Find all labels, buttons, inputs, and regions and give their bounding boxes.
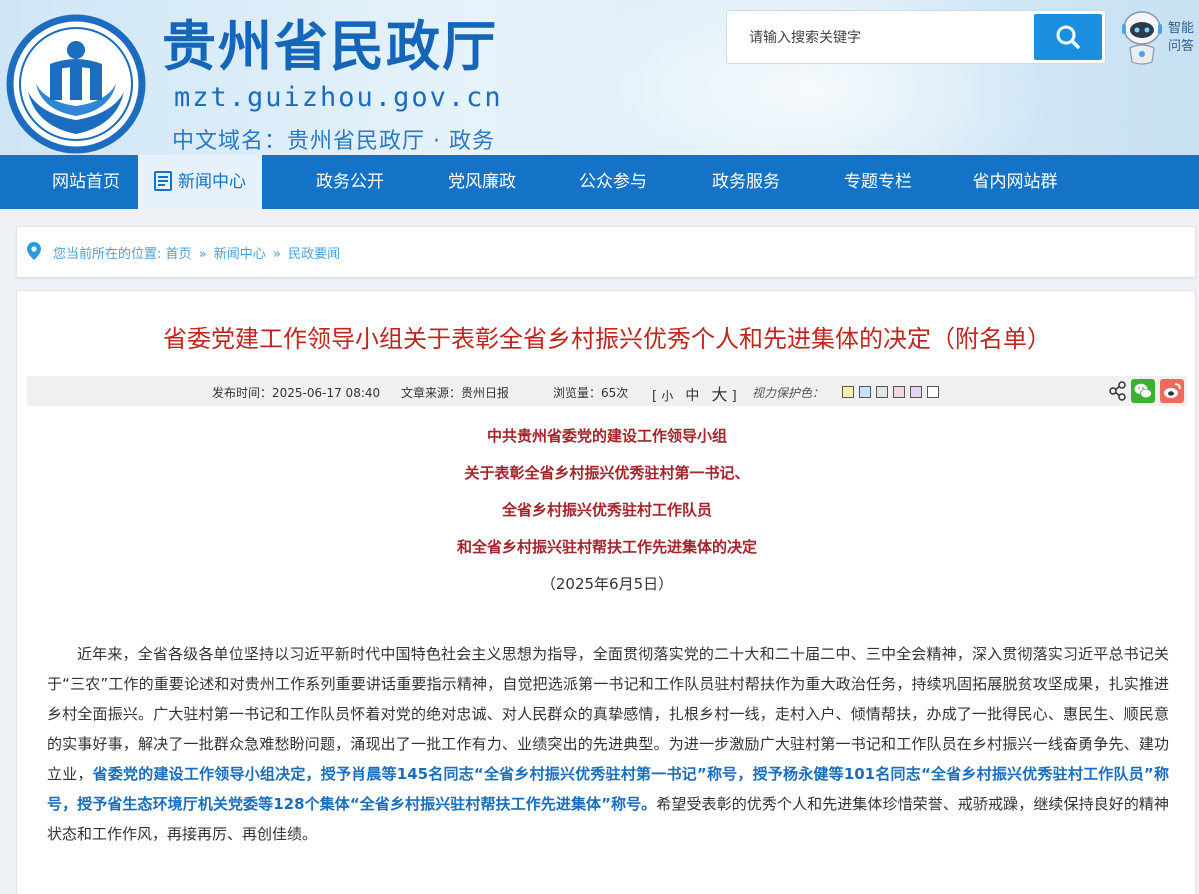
robot-assistant-icon[interactable] <box>1116 8 1168 66</box>
article-meta-bar: 发布时间：2025-06-17 08:40 文章来源：贵州日报 浏览量：65次 … <box>27 376 1187 406</box>
nav-label: 党风廉政 <box>448 172 516 192</box>
robot-label-line2: 问答 <box>1168 39 1195 54</box>
weibo-icon[interactable] <box>1160 379 1184 403</box>
font-bracket-close: ] <box>731 389 737 404</box>
nav-label: 公众参与 <box>579 172 647 192</box>
share-icon[interactable] <box>1109 380 1127 402</box>
swatch-purple[interactable] <box>910 386 922 398</box>
search-input[interactable] <box>737 19 1037 57</box>
swatch-blue[interactable] <box>859 386 871 398</box>
location-pin-icon <box>27 242 41 260</box>
article-body-paragraph: 近年来，全省各级各单位坚持以习近平新时代中国特色社会主义思想为指导，全面贯彻落实… <box>47 639 1169 849</box>
nav-item-news[interactable]: 新闻中心 <box>138 155 262 209</box>
breadcrumb-home-link[interactable]: 首页 <box>166 247 192 262</box>
swatch-yellow[interactable] <box>842 386 854 398</box>
main-nav: 网站首页 新闻中心 政务公开 党风廉政 公众参与 政务服务 专题专栏 省内网站群 <box>0 155 1199 209</box>
search-box <box>726 10 1106 64</box>
wechat-icon[interactable] <box>1131 379 1155 403</box>
site-cn-domain: 中文域名：贵州省民政厅 · 政务 <box>172 129 495 154</box>
nav-item-affairs[interactable]: 政务公开 <box>294 155 406 209</box>
robot-label-line1: 智能 <box>1168 21 1195 36</box>
font-small-button[interactable]: 小 <box>661 389 673 403</box>
swatch-white[interactable] <box>927 386 939 398</box>
nav-item-integrity[interactable]: 党风廉政 <box>426 155 538 209</box>
nav-item-home[interactable]: 网站首页 <box>30 155 142 209</box>
nav-item-site-group[interactable]: 省内网站群 <box>950 155 1080 209</box>
nav-item-topics[interactable]: 专题专栏 <box>822 155 934 209</box>
nav-item-services[interactable]: 政务服务 <box>690 155 802 209</box>
swatch-gray[interactable] <box>876 386 888 398</box>
search-icon <box>1056 25 1080 49</box>
breadcrumb-current-link[interactable]: 民政要闻 <box>288 247 340 262</box>
nav-label: 新闻中心 <box>178 172 246 192</box>
font-medium-button[interactable]: 中 <box>685 388 699 404</box>
doc-heading-line3: 全省乡村振兴优秀驻村工作队员 <box>501 501 712 519</box>
nav-label: 省内网站群 <box>972 172 1058 192</box>
breadcrumb-separator: » <box>198 247 207 262</box>
article-source: 文章来源：贵州日报 <box>401 386 510 400</box>
document-icon <box>154 170 172 191</box>
nav-label: 政务公开 <box>316 172 384 192</box>
ministry-logo[interactable] <box>6 14 146 154</box>
view-count: 浏览量：65次 <box>553 386 629 400</box>
nav-item-participation[interactable]: 公众参与 <box>557 155 669 209</box>
doc-heading-line4: 和全省乡村振兴驻村帮扶工作先进集体的决定 <box>456 538 757 556</box>
breadcrumb-news-link[interactable]: 新闻中心 <box>214 247 266 262</box>
breadcrumb-separator: » <box>272 247 281 262</box>
nav-label: 专题专栏 <box>844 172 912 192</box>
breadcrumb-prefix: 您当前所在的位置: <box>53 247 162 262</box>
site-header: 贵州省民政厅 mzt.guizhou.gov.cn 中文域名：贵州省民政厅 · … <box>0 0 1199 155</box>
nav-label: 政务服务 <box>712 172 780 192</box>
font-large-button[interactable]: 大 <box>712 385 728 404</box>
doc-date: （2025年6月5日） <box>540 575 674 593</box>
body-text: 近年来，全省各级各单位坚持以习近平新时代中国特色社会主义思想为指导，全面贯彻落实… <box>47 645 1169 783</box>
nav-label: 网站首页 <box>52 172 120 192</box>
breadcrumb-bar: 您当前所在的位置: 首页 » 新闻中心 » 民政要闻 <box>16 226 1196 278</box>
swatch-pink[interactable] <box>893 386 905 398</box>
site-title: 贵州省民政厅 <box>162 15 498 78</box>
site-domain: mzt.guizhou.gov.cn <box>174 82 503 113</box>
robot-assistant-label[interactable]: 智能 问答 <box>1168 20 1198 56</box>
font-size-switcher: [ 小 中 大 ] <box>652 381 737 405</box>
doc-heading-line2: 关于表彰全省乡村振兴优秀驻村第一书记、 <box>464 464 750 482</box>
breadcrumb: 您当前所在的位置: 首页 » 新闻中心 » 民政要闻 <box>53 243 340 262</box>
vision-protect-label: 视力保护色： <box>752 386 825 400</box>
publish-time: 发布时间：2025-06-17 08:40 <box>212 386 381 400</box>
article-title: 省委党建工作领导小组关于表彰全省乡村振兴优秀个人和先进集体的决定（附名单） <box>163 325 1051 353</box>
search-button[interactable] <box>1034 14 1102 60</box>
doc-heading-line1: 中共贵州省委党的建设工作领导小组 <box>486 427 727 445</box>
font-bracket-open: [ <box>652 389 658 404</box>
article-panel: 省委党建工作领导小组关于表彰全省乡村振兴优秀个人和先进集体的决定（附名单） 发布… <box>16 290 1196 894</box>
